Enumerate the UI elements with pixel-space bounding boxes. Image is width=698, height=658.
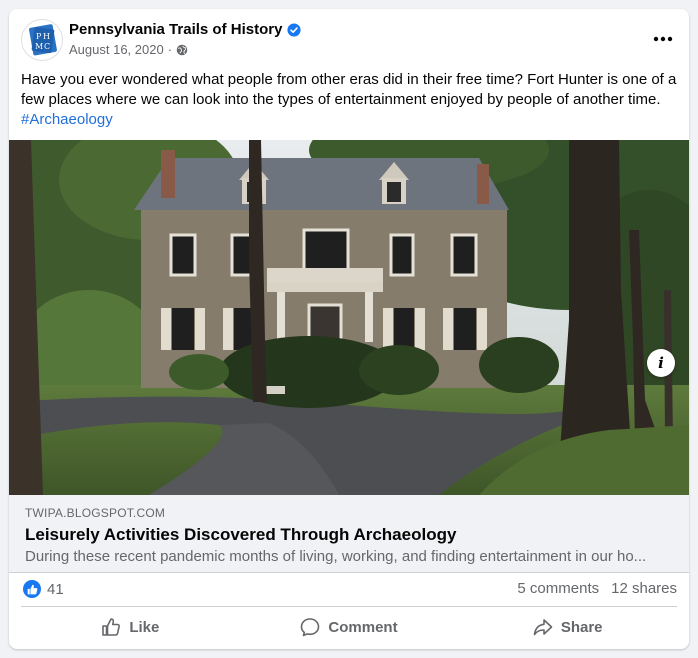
reaction-count[interactable]: 41 (47, 581, 64, 598)
reactions-summary[interactable]: 41 (23, 580, 64, 598)
like-button[interactable]: Like (21, 610, 240, 644)
svg-text:C: C (44, 42, 50, 51)
link-preview-image[interactable] (9, 140, 689, 495)
svg-text:M: M (35, 42, 43, 51)
info-icon: i (658, 354, 664, 372)
comment-label: Comment (328, 618, 398, 636)
post-header: P H M C Pennsylvania Trails of History A… (21, 19, 677, 63)
globe-icon[interactable] (176, 44, 188, 56)
like-label: Like (129, 618, 160, 636)
post-stats: 41 5 comments 12 shares (21, 576, 677, 604)
more-options-button[interactable] (649, 27, 677, 51)
comments-count[interactable]: 5 comments (517, 580, 599, 597)
svg-text:P: P (36, 32, 42, 41)
info-button[interactable]: i (647, 349, 675, 377)
post-card: P H M C Pennsylvania Trails of History A… (9, 9, 689, 649)
share-label: Share (560, 618, 603, 636)
thumbs-up-reaction-icon (23, 580, 41, 598)
post-text: Have you ever wondered what people from … (21, 70, 681, 130)
action-bar: Like Comment Share (21, 610, 677, 644)
link-description: During these recent pandemic months of l… (25, 548, 647, 565)
engagement-counts: 5 comments 12 shares (517, 580, 677, 597)
phmc-logo: P H M C (29, 24, 57, 56)
post-body: Have you ever wondered what people from … (21, 71, 677, 108)
share-arrow-icon (533, 619, 553, 636)
share-button[interactable]: Share (458, 610, 677, 644)
comment-bubble-icon (301, 618, 320, 637)
page-avatar[interactable]: P H M C (21, 19, 63, 61)
post-meta: August 16, 2020 · (69, 42, 188, 57)
fort-hunter-photo (9, 140, 689, 495)
page-name[interactable]: Pennsylvania Trails of History (69, 21, 301, 38)
post-date[interactable]: August 16, 2020 (69, 42, 164, 57)
meta-separator: · (167, 42, 173, 57)
shares-count[interactable]: 12 shares (611, 580, 677, 597)
link-preview[interactable]: TWIPA.BLOGSPOT.COM Leisurely Activities … (9, 495, 689, 573)
thumbs-up-icon (102, 618, 121, 636)
comment-button[interactable]: Comment (240, 610, 459, 644)
link-domain: TWIPA.BLOGSPOT.COM (25, 506, 166, 520)
more-options-icon (653, 36, 673, 42)
link-title[interactable]: Leisurely Activities Discovered Through … (25, 525, 456, 545)
actions-divider (21, 606, 677, 607)
svg-text:H: H (43, 32, 50, 41)
page-name-text[interactable]: Pennsylvania Trails of History (69, 21, 282, 38)
verified-badge-icon (287, 22, 301, 37)
hashtag-link[interactable]: #Archaeology (21, 110, 113, 130)
